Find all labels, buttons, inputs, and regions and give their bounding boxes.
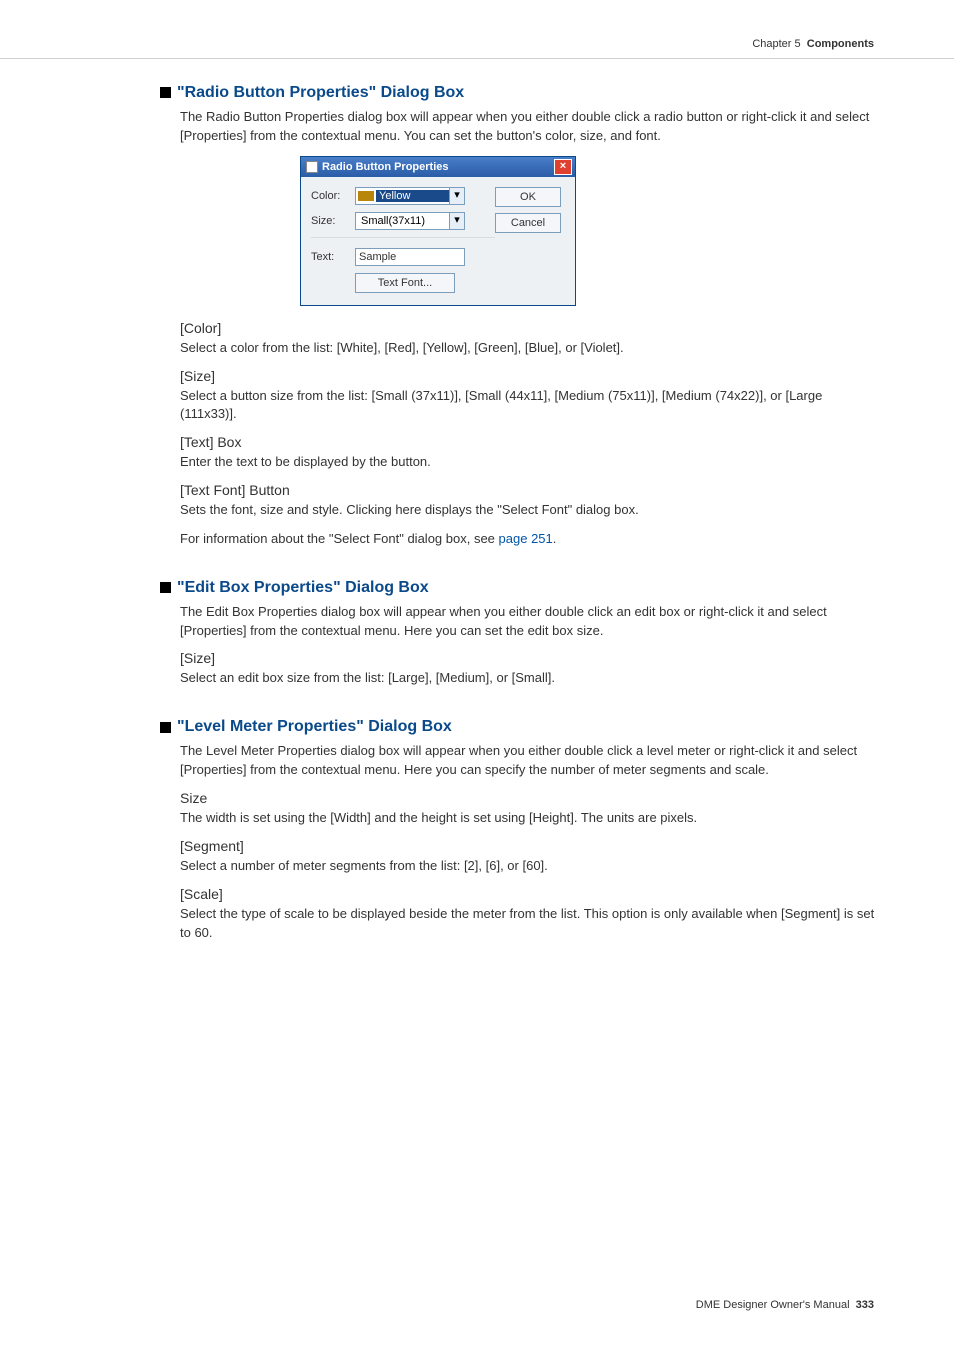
page-number: 333 [856,1299,874,1311]
edit-size-body: Select an edit box size from the list: [… [180,669,880,688]
edit-intro: The Edit Box Properties dialog box will … [180,603,880,641]
radio-dialog: Radio Button Properties × Color: Yellow … [300,156,576,306]
edit-size-subhead: [Size] [180,650,880,666]
radio-heading: "Radio Button Properties" Dialog Box [160,84,880,102]
app-icon [306,161,318,173]
color-subhead: [Color] [180,320,880,336]
radio-dialog-wrap: Radio Button Properties × Color: Yellow … [300,156,880,306]
color-label: Color: [311,190,355,202]
edit-heading-text: "Edit Box Properties" Dialog Box [177,579,429,596]
text-input[interactable]: Sample [355,248,465,266]
textbox-body: Enter the text to be displayed by the bu… [180,453,880,472]
size-body: Select a button size from the list: [Sma… [180,387,880,425]
dialog-title: Radio Button Properties [322,157,449,177]
color-combo[interactable]: Yellow ▾ [355,187,465,205]
segment-body: Select a number of meter segments from t… [180,857,880,876]
level-heading-text: "Level Meter Properties" Dialog Box [177,718,452,735]
footer-text: DME Designer Owner's Manual [696,1299,850,1311]
page-footer: DME Designer Owner's Manual 333 [696,1299,874,1311]
dialog-left: Color: Yellow ▾ Size: Small(37x11) [311,187,495,293]
color-swatch-icon [358,191,374,201]
level-size-subhead: Size [180,790,880,806]
level-heading: "Level Meter Properties" Dialog Box [160,718,880,736]
dialog-titlebar: Radio Button Properties × [301,157,575,177]
textfont-body1: Sets the font, size and style. Clicking … [180,501,880,520]
bullet-icon [160,582,171,593]
scale-body: Select the type of scale to be displayed… [180,905,880,943]
color-value: Yellow [376,190,449,202]
chevron-down-icon[interactable]: ▾ [449,213,464,229]
size-row: Size: Small(37x11) ▾ [311,212,495,230]
chapter-label: Chapter 5 [752,38,800,50]
text-label: Text: [311,251,355,263]
textfont-subhead: [Text Font] Button [180,482,880,498]
tf-b2b: . [553,531,557,546]
radio-heading-text: "Radio Button Properties" Dialog Box [177,84,464,101]
level-section: "Level Meter Properties" Dialog Box The … [160,718,880,942]
segment-subhead: [Segment] [180,838,880,854]
separator [311,237,495,238]
close-icon[interactable]: × [554,159,572,175]
radio-section: "Radio Button Properties" Dialog Box The… [160,84,880,549]
dialog-right: OK Cancel [495,187,565,293]
chevron-down-icon[interactable]: ▾ [449,188,464,204]
page-header: Chapter 5 Components [752,38,874,50]
ok-button[interactable]: OK [495,187,561,207]
page-link[interactable]: page 251 [499,531,553,546]
tf-b2a: For information about the "Select Font" … [180,531,499,546]
section-label: Components [807,38,874,50]
level-intro: The Level Meter Properties dialog box wi… [180,742,880,780]
size-combo[interactable]: Small(37x11) ▾ [355,212,465,230]
level-size-body: The width is set using the [Width] and t… [180,809,880,828]
text-row: Text: Sample [311,248,495,266]
bullet-icon [160,87,171,98]
text-font-button[interactable]: Text Font... [355,273,455,293]
color-body: Select a color from the list: [White], [… [180,339,880,358]
textbox-subhead: [Text] Box [180,434,880,450]
dialog-body: Color: Yellow ▾ Size: Small(37x11) [301,177,575,305]
header-rule [0,58,954,59]
cancel-button[interactable]: Cancel [495,213,561,233]
page-content: "Radio Button Properties" Dialog Box The… [160,84,880,972]
size-value: Small(37x11) [358,215,449,227]
size-label: Size: [311,215,355,227]
radio-intro: The Radio Button Properties dialog box w… [180,108,880,146]
size-subhead: [Size] [180,368,880,384]
textfont-body2: For information about the "Select Font" … [180,530,880,549]
edit-heading: "Edit Box Properties" Dialog Box [160,579,880,597]
color-row: Color: Yellow ▾ [311,187,495,205]
edit-section: "Edit Box Properties" Dialog Box The Edi… [160,579,880,689]
bullet-icon [160,722,171,733]
scale-subhead: [Scale] [180,886,880,902]
